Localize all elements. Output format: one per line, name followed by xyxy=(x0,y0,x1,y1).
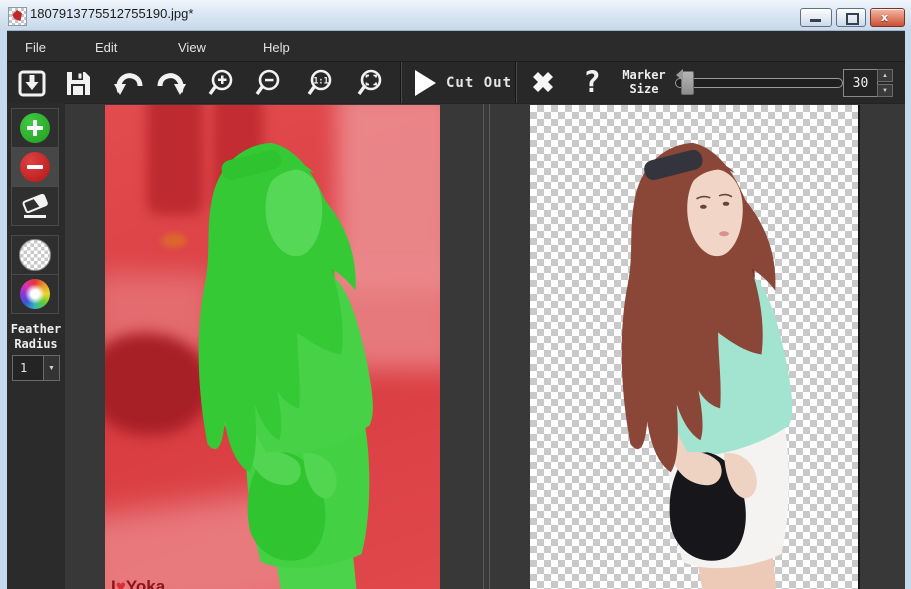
minimize-button[interactable] xyxy=(800,8,832,27)
import-image-button[interactable] xyxy=(14,66,50,100)
zoom-in-button[interactable] xyxy=(203,66,239,100)
transparent-background-tool[interactable] xyxy=(11,235,59,275)
zoom-fit-button[interactable] xyxy=(352,66,388,100)
toolbar-separator xyxy=(516,62,517,103)
menu-help[interactable]: Help xyxy=(257,38,296,57)
window-title: 1807913775512755190.jpg* xyxy=(30,6,193,21)
close-button[interactable]: x xyxy=(870,8,905,27)
menubar: File Edit View Help xyxy=(7,31,905,62)
cutout-subject xyxy=(530,105,858,589)
window-border-left xyxy=(0,30,7,589)
chevron-down-icon[interactable]: ▼ xyxy=(43,356,59,380)
toolbar: 1:1 Cut Out ? Marker xyxy=(7,62,905,103)
heart-icon: ♥ xyxy=(116,577,126,589)
marker-size-slider[interactable] xyxy=(675,78,843,88)
redo-icon xyxy=(156,68,188,98)
feather-radius-value: 1 xyxy=(13,356,43,380)
close-icon: x xyxy=(881,11,888,24)
restore-icon xyxy=(846,13,859,25)
zoom-in-icon xyxy=(206,68,236,98)
zoom-fit-icon xyxy=(355,68,385,98)
marker-size-value[interactable]: 30 xyxy=(843,69,878,97)
x-icon xyxy=(529,68,557,96)
spinner-down-button[interactable]: ▼ xyxy=(877,84,893,97)
minimize-icon xyxy=(810,19,821,22)
panel-splitter[interactable] xyxy=(440,104,530,589)
green-foreground-subject xyxy=(105,105,440,589)
mark-remove-tool[interactable] xyxy=(11,147,59,187)
plus-circle-icon xyxy=(20,113,50,143)
watermark: I♥Yoka xyxy=(111,577,165,589)
checkerboard-circle-icon xyxy=(19,239,51,271)
window-border-right xyxy=(905,30,911,589)
import-image-icon xyxy=(17,68,47,98)
background-color-tool[interactable] xyxy=(11,274,59,314)
feather-radius-label: Feather Radius xyxy=(7,322,65,352)
splitter-line xyxy=(489,104,490,589)
menu-edit[interactable]: Edit xyxy=(89,38,123,57)
app-window: 1807913775512755190.jpg* x File Edit Vie… xyxy=(0,0,911,589)
zoom-actual-button[interactable]: 1:1 xyxy=(302,66,338,100)
menu-file[interactable]: File xyxy=(19,38,52,57)
marker-size-spinner: ▲ ▼ xyxy=(877,69,893,97)
app-icon xyxy=(8,7,27,26)
source-image-marked[interactable]: I♥Yoka xyxy=(105,105,440,589)
minus-circle-icon xyxy=(20,152,50,182)
spinner-up-button[interactable]: ▲ xyxy=(877,69,893,82)
play-icon xyxy=(413,69,437,97)
cut-out-button[interactable]: Cut Out xyxy=(405,62,513,103)
window-controls: x xyxy=(800,8,905,27)
tool-sidebar: Feather Radius 1 ▼ xyxy=(7,103,66,589)
marker-size-slider-handle[interactable] xyxy=(681,71,694,95)
clear-marks-button[interactable] xyxy=(525,65,561,99)
zoom-out-button[interactable] xyxy=(250,66,286,100)
editor-canvas: I♥Yoka xyxy=(65,103,905,589)
eraser-tool[interactable] xyxy=(11,186,59,226)
toolbar-separator xyxy=(401,62,402,103)
marker-size-label: Marker Size xyxy=(615,68,673,96)
question-icon: ? xyxy=(583,65,600,99)
save-icon xyxy=(63,68,93,98)
splitter-line xyxy=(483,104,484,589)
mark-keep-tool[interactable] xyxy=(11,108,59,148)
redo-button[interactable] xyxy=(154,66,190,100)
cutout-preview xyxy=(530,105,860,589)
undo-button[interactable] xyxy=(110,66,146,100)
undo-icon xyxy=(112,68,144,98)
cut-out-label: Cut Out xyxy=(446,75,512,91)
save-button[interactable] xyxy=(60,66,96,100)
help-button[interactable]: ? xyxy=(577,62,607,102)
color-wheel-icon xyxy=(20,279,50,309)
restore-button[interactable] xyxy=(836,8,866,27)
slider-nub xyxy=(676,69,683,81)
zoom-1-1-icon: 1:1 xyxy=(305,68,335,98)
menu-view[interactable]: View xyxy=(172,38,212,57)
eraser-icon xyxy=(19,190,51,222)
feather-radius-dropdown[interactable]: 1 ▼ xyxy=(12,355,60,381)
titlebar[interactable]: 1807913775512755190.jpg* x xyxy=(0,0,911,31)
zoom-out-icon xyxy=(253,68,283,98)
svg-text:1:1: 1:1 xyxy=(313,77,328,87)
